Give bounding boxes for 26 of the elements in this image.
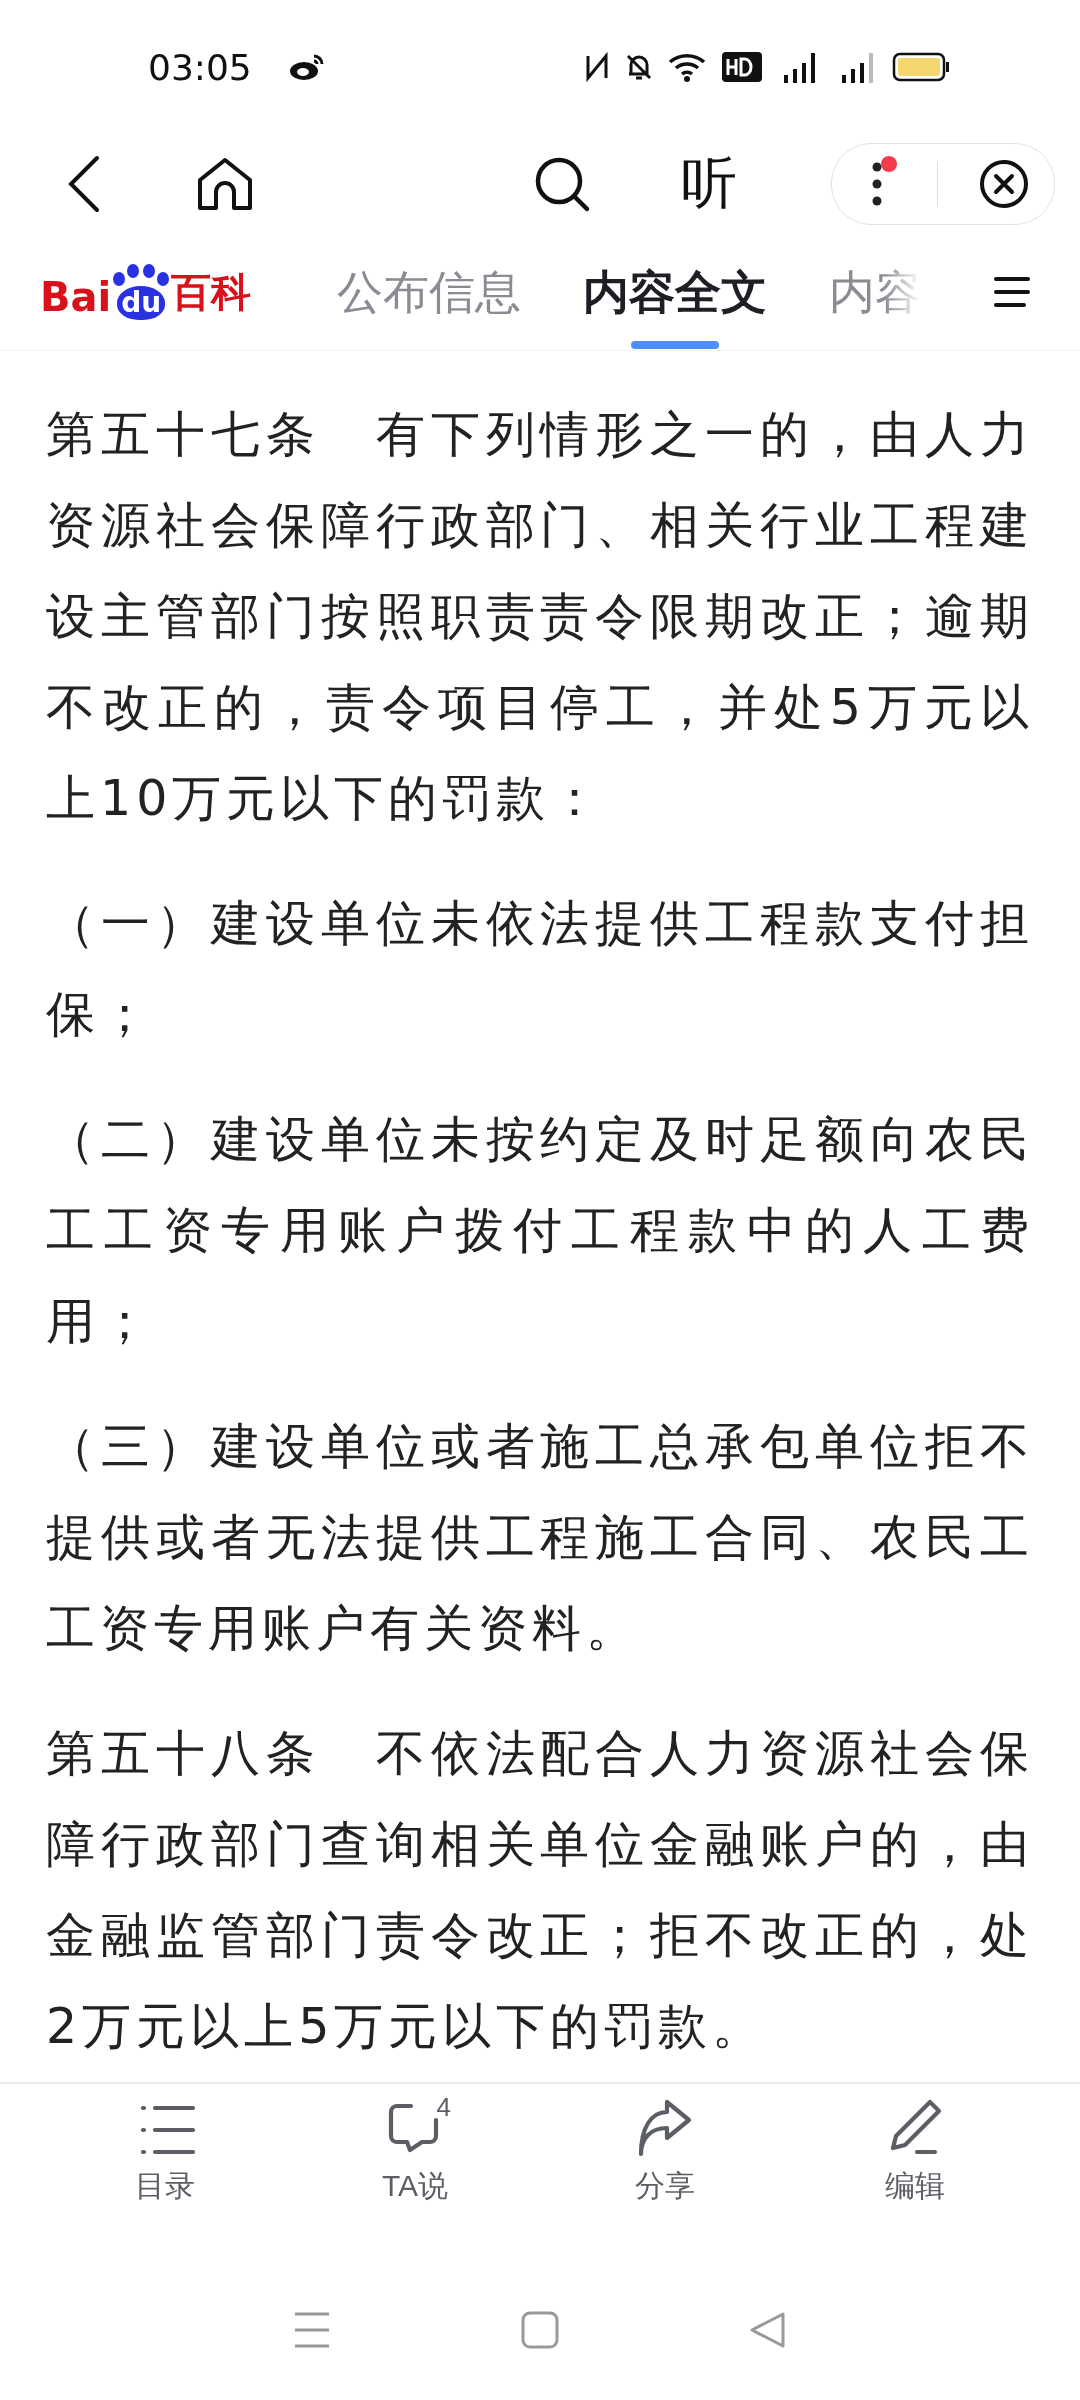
- more-icon: [872, 162, 883, 206]
- hd-signal-icon: [722, 52, 762, 82]
- logo-text: 百科: [171, 268, 252, 317]
- article-paragraph: 第五十八条 不依法配合人力资源社会保障行政部门查询相关单位金融账户的，由金融监管部门责令改正；拒不改正的，处2万元以上5万元以下的罚款。: [46, 1724, 1034, 2057]
- wifi-icon: [668, 52, 708, 82]
- back-icon[interactable]: [749, 2311, 787, 2349]
- status-time: 03:05: [148, 46, 252, 88]
- recent-apps-icon[interactable]: [293, 2312, 331, 2348]
- tab[interactable]: 内容: [829, 235, 922, 349]
- home-icon[interactable]: [521, 2311, 559, 2349]
- muted-bell-icon: [624, 52, 654, 82]
- tab[interactable]: 公布信息: [337, 235, 522, 349]
- bottom-nav-item[interactable]: 目录: [85, 2098, 245, 2270]
- weibo-icon: [287, 52, 326, 82]
- article-paragraph: （一）建设单位未依法提供工程款支付担保；: [46, 894, 1034, 1045]
- article-paragraph: 第五十七条 有下列情形之一的，由人力资源社会保障行政部门、相关行业工程建设主管部门按照职责责令限期改正；逾期不改正的，责令项目停工，并处5万元以上10万元以下的罚款：: [46, 405, 1034, 829]
- battery-icon: [892, 52, 950, 82]
- nfc-icon: [584, 52, 610, 82]
- listen-button[interactable]: 听: [669, 146, 749, 222]
- tab[interactable]: 内容全文: [583, 235, 768, 349]
- article-paragraph: （三）建设单位或者施工总承包单位拒不提供或者无法提供工程施工合同、农民工工资专用账户有关资料。: [46, 1417, 1034, 1659]
- bottom-nav-item[interactable]: 编辑: [835, 2098, 995, 2270]
- article-paragraph: （二）建设单位未按约定及时足额向农民工工资专用账户拨付工程款中的人工费用；: [46, 1110, 1034, 1352]
- bottom-nav-item[interactable]: 分享: [585, 2098, 745, 2270]
- logo-text: Bai: [40, 274, 112, 320]
- paw-logo: du: [111, 264, 172, 320]
